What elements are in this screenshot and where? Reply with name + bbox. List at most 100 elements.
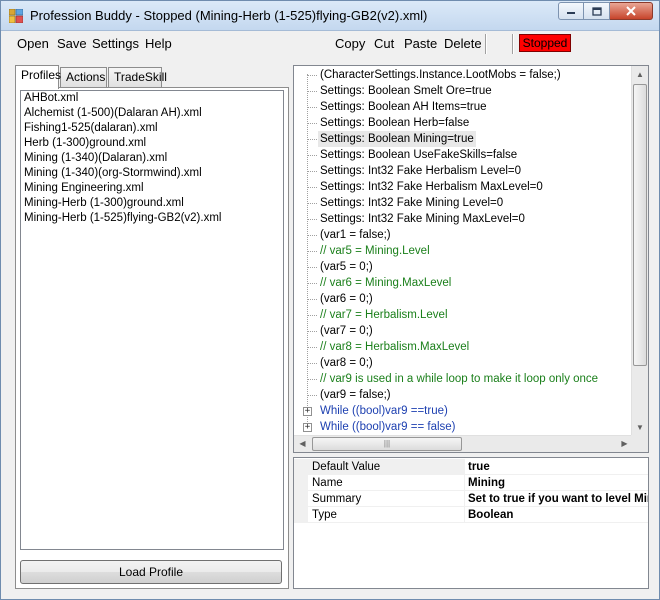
profile-list[interactable]: AHBot.xml Alchemist (1-500)(Dalaran AH).x… xyxy=(20,90,284,550)
tree-node[interactable]: Settings: Int32 Fake Herbalism Level=0 xyxy=(294,163,634,179)
menu-settings[interactable]: Settings xyxy=(92,36,139,51)
tree-node-label: While ((bool)var9 ==true) xyxy=(320,405,448,417)
close-icon xyxy=(626,6,636,16)
scroll-up-icon[interactable]: ▲ xyxy=(632,66,648,83)
scroll-thumb[interactable] xyxy=(633,84,647,366)
tree-node-label: // var6 = Mining.MaxLevel xyxy=(320,277,452,289)
tree-node[interactable]: (var9 = false;) xyxy=(294,387,634,403)
close-button[interactable] xyxy=(610,2,653,20)
profile-list-item[interactable]: Mining (1-340)(org-Stormwind).xml xyxy=(21,166,283,181)
tree-guide-line xyxy=(308,139,317,140)
maximize-button[interactable] xyxy=(584,2,610,20)
profile-list-item[interactable]: Herb (1-300)ground.xml xyxy=(21,136,283,151)
copy-button[interactable]: Copy xyxy=(335,36,365,51)
tree-node[interactable]: Settings: Boolean AH Items=true xyxy=(294,99,634,115)
tree-node[interactable]: Settings: Int32 Fake Herbalism MaxLevel=… xyxy=(294,179,634,195)
window-controls xyxy=(558,2,653,20)
property-name: Default Value xyxy=(308,459,464,475)
tree-node[interactable]: // var9 is used in a while loop to make … xyxy=(294,371,634,387)
profile-list-item[interactable]: Mining Engineering.xml xyxy=(21,181,283,196)
profile-list-item[interactable]: Mining-Herb (1-525)flying-GB2(v2).xml xyxy=(21,211,283,226)
property-row[interactable]: Type Boolean xyxy=(294,507,648,523)
menu-save[interactable]: Save xyxy=(57,36,87,51)
tree-node[interactable]: (var7 = 0;) xyxy=(294,323,634,339)
tree-node[interactable]: Settings: Int32 Fake Mining Level=0 xyxy=(294,195,634,211)
load-profile-button[interactable]: Load Profile xyxy=(20,560,282,584)
tree-horizontal-scrollbar[interactable]: ◀ ||| ▶ xyxy=(294,435,633,452)
property-name: Summary xyxy=(308,491,464,507)
tree-node[interactable]: // var6 = Mining.MaxLevel xyxy=(294,275,634,291)
tree-vertical-scrollbar[interactable]: ▲ ▼ xyxy=(631,66,648,436)
tree-guide-line xyxy=(308,267,317,268)
tree-node[interactable]: Settings: Boolean UseFakeSkills=false xyxy=(294,147,634,163)
tree-node[interactable]: Settings: Boolean Smelt Ore=true xyxy=(294,83,634,99)
tree-node[interactable]: Settings: Boolean Mining=true xyxy=(294,131,634,147)
tree-node-label: Settings: Int32 Fake Herbalism MaxLevel=… xyxy=(320,181,543,193)
tree-node[interactable]: + While ((bool)var9 ==true) xyxy=(294,403,634,419)
scroll-down-icon[interactable]: ▼ xyxy=(632,419,648,436)
property-row[interactable]: Name Mining xyxy=(294,475,648,491)
tree-node-label: Settings: Int32 Fake Herbalism Level=0 xyxy=(320,165,522,177)
tree-node-label: Settings: Boolean Mining=true xyxy=(318,131,476,147)
tree-node[interactable]: (CharacterSettings.Instance.LootMobs = f… xyxy=(294,67,634,83)
tree-node-label: // var8 = Herbalism.MaxLevel xyxy=(320,341,470,353)
tree-guide-line xyxy=(308,363,317,364)
menu-help[interactable]: Help xyxy=(145,36,172,51)
plus-expand-icon[interactable]: + xyxy=(303,407,312,416)
tree-guide-line xyxy=(308,283,317,284)
profiles-panel: AHBot.xml Alchemist (1-500)(Dalaran AH).x… xyxy=(15,87,289,589)
property-grid[interactable]: Default Value true Name Mining Summary Set to… xyxy=(293,457,649,589)
tab-actions[interactable]: Actions xyxy=(60,67,107,87)
tree-node-label: (var9 = false;) xyxy=(320,389,391,401)
status-badge[interactable]: Stopped xyxy=(519,34,571,52)
tree-guide-line xyxy=(308,203,317,204)
maximize-icon xyxy=(591,6,602,16)
tree-guide-line xyxy=(308,155,317,156)
property-value[interactable]: Boolean xyxy=(464,507,648,523)
title-bar[interactable]: Profession Buddy - Stopped (Mining-Herb … xyxy=(1,1,659,31)
tree-node-label: (var6 = 0;) xyxy=(320,293,373,305)
property-value[interactable]: Mining xyxy=(464,475,648,491)
profile-list-item[interactable]: AHBot.xml xyxy=(21,91,283,106)
tree-node[interactable]: (var5 = 0;) xyxy=(294,259,634,275)
tree-node[interactable]: (var8 = 0;) xyxy=(294,355,634,371)
app-window: Profession Buddy - Stopped (Mining-Herb … xyxy=(0,0,660,600)
minimize-button[interactable] xyxy=(558,2,584,20)
scroll-thumb-horizontal[interactable]: ||| xyxy=(312,437,462,451)
scroll-left-icon[interactable]: ◀ xyxy=(294,436,311,452)
tab-profiles[interactable]: Profiles xyxy=(15,65,61,89)
property-row[interactable]: Summary Set to true if you want to level … xyxy=(294,491,648,507)
cut-button[interactable]: Cut xyxy=(374,36,394,51)
tree-node-label: Settings: Boolean AH Items=true xyxy=(320,101,487,113)
profile-list-item[interactable]: Mining-Herb (1-300)ground.xml xyxy=(21,196,283,211)
tree-guide-line xyxy=(308,331,317,332)
tree-node[interactable]: // var8 = Herbalism.MaxLevel xyxy=(294,339,634,355)
profile-list-item[interactable]: Alchemist (1-500)(Dalaran AH).xml xyxy=(21,106,283,121)
tree-node[interactable]: // var7 = Herbalism.Level xyxy=(294,307,634,323)
tree-node[interactable]: (var6 = 0;) xyxy=(294,291,634,307)
tree-node-label: // var5 = Mining.Level xyxy=(320,245,430,257)
property-gutter xyxy=(294,507,308,523)
action-tree[interactable]: (CharacterSettings.Instance.LootMobs = f… xyxy=(293,65,649,453)
tree-node[interactable]: Settings: Int32 Fake Mining MaxLevel=0 xyxy=(294,211,634,227)
menu-open[interactable]: Open xyxy=(17,36,49,51)
scroll-corner xyxy=(631,435,648,452)
tree-node[interactable]: + While ((bool)var9 == false) xyxy=(294,419,634,435)
tree-node[interactable]: (var1 = false;) xyxy=(294,227,634,243)
tree-node-label: (var5 = 0;) xyxy=(320,261,373,273)
profile-list-item[interactable]: Fishing1-525(dalaran).xml xyxy=(21,121,283,136)
property-value[interactable]: Set to true if you want to level Mining xyxy=(464,491,648,507)
tree-node[interactable]: // var5 = Mining.Level xyxy=(294,243,634,259)
property-value[interactable]: true xyxy=(464,459,648,475)
property-gutter xyxy=(294,491,308,507)
tree-node[interactable]: Settings: Boolean Herb=false xyxy=(294,115,634,131)
delete-button[interactable]: Delete xyxy=(444,36,482,51)
paste-button[interactable]: Paste xyxy=(404,36,437,51)
tree-node-label: Settings: Boolean Herb=false xyxy=(320,117,470,129)
profile-list-item[interactable]: Mining (1-340)(Dalaran).xml xyxy=(21,151,283,166)
tree-node-label: (CharacterSettings.Instance.LootMobs = f… xyxy=(320,69,561,81)
property-row[interactable]: Default Value true xyxy=(294,459,648,475)
tree-node-label: // var9 is used in a while loop to make … xyxy=(320,373,599,385)
tab-tradeskill[interactable]: TradeSkill xyxy=(108,67,167,87)
plus-expand-icon[interactable]: + xyxy=(303,423,312,432)
